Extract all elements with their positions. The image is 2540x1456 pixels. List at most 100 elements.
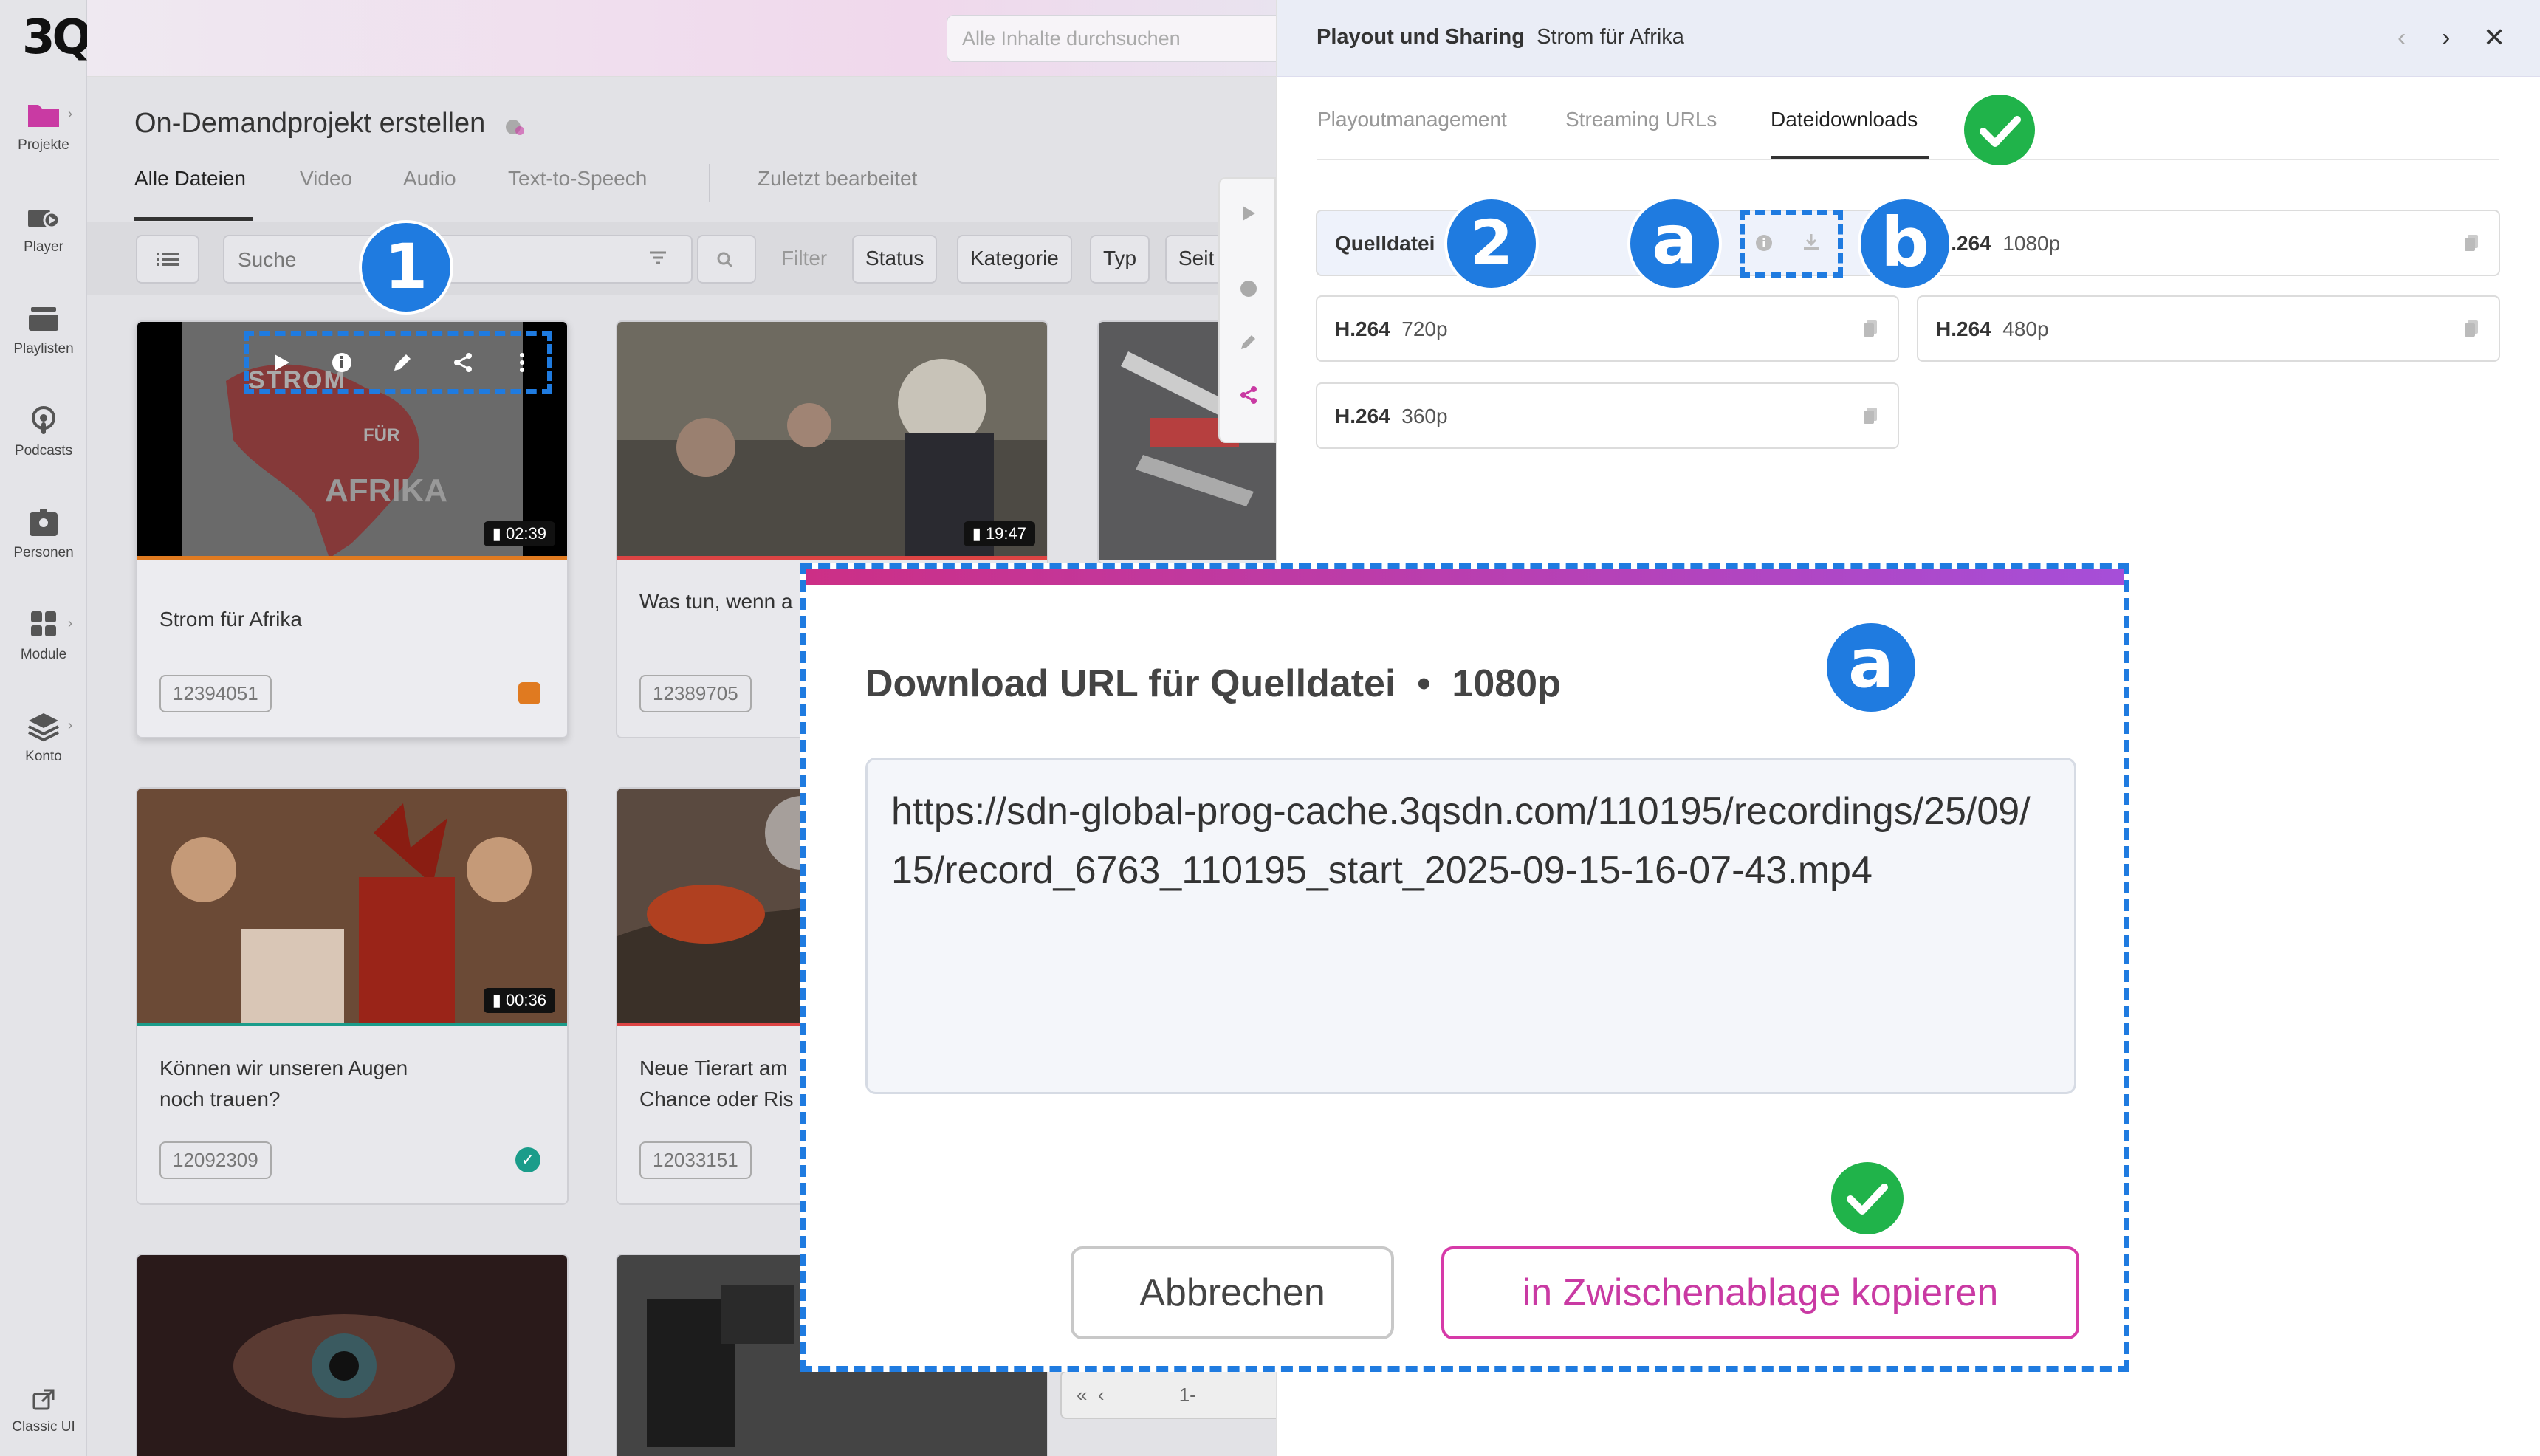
info-icon[interactable] — [331, 351, 353, 377]
tab-video[interactable]: Video — [300, 167, 352, 190]
progress-line — [137, 1023, 567, 1026]
rail-label: Projekte — [18, 137, 69, 153]
previous-chevron-icon[interactable]: ‹ — [2397, 24, 2406, 52]
rail-label: Classic UI — [12, 1419, 75, 1435]
list-view-button[interactable] — [136, 235, 199, 284]
share-icon[interactable] — [1239, 385, 1258, 408]
edit-pencil-icon[interactable] — [1239, 332, 1258, 355]
card-title[interactable]: Können wir unseren Augen — [137, 1053, 567, 1084]
thumbnail[interactable]: ▮ 19:47 — [617, 322, 1047, 560]
close-icon[interactable]: ✕ — [2483, 22, 2505, 53]
duration-badge: ▮ 02:39 — [483, 521, 555, 546]
card-title[interactable]: Strom für Afrika — [137, 604, 567, 635]
tab-dateidownloads[interactable]: Dateidownloads — [1771, 108, 1918, 131]
tab-alle-dateien[interactable]: Alle Dateien — [134, 167, 246, 190]
media-id-badge: 12033151 — [639, 1141, 752, 1179]
rail-item-module[interactable]: › Module — [0, 608, 87, 663]
download-h264-480p[interactable]: H.264 480p — [1917, 295, 2500, 362]
download-label: H.264 — [1936, 317, 1991, 340]
play-icon[interactable] — [270, 351, 292, 377]
progress-line — [137, 556, 567, 560]
tab-active-indicator — [134, 217, 253, 221]
card-title-line2: noch trauen? — [159, 1088, 281, 1110]
tab-playoutmanagement[interactable]: Playoutmanagement — [1317, 108, 1507, 131]
thumbnail[interactable] — [137, 1255, 567, 1456]
page-title: On-Demandprojekt erstellen — [134, 108, 526, 140]
rail-item-podcasts[interactable]: Podcasts — [0, 405, 87, 459]
rail-item-projekte[interactable]: › Projekte — [0, 99, 87, 154]
download-resolution: 480p — [2002, 317, 2049, 340]
filter-kategorie-button[interactable]: Kategorie — [957, 235, 1072, 284]
calendar-icon — [518, 682, 540, 704]
top-bar: Alle Inhalte durchsuchen — [87, 0, 1360, 77]
chevron-right-icon: › — [68, 718, 72, 732]
panel-title: Playout und Sharing Strom für Afrika — [1317, 25, 1684, 49]
play-icon[interactable] — [1239, 204, 1258, 227]
copy-icon[interactable] — [2463, 233, 2479, 253]
info-icon[interactable] — [1239, 279, 1258, 302]
side-mini-toolbar — [1218, 177, 1276, 443]
filter-icon[interactable] — [647, 247, 669, 272]
rail-item-player[interactable]: Player — [0, 201, 87, 255]
next-chevron-icon[interactable]: › — [2442, 24, 2450, 52]
chevron-right-icon: › — [68, 616, 72, 631]
chevron-right-icon: › — [68, 106, 72, 121]
more-vertical-icon[interactable] — [517, 351, 527, 377]
tab-streaming-urls[interactable]: Streaming URLs — [1565, 108, 1717, 131]
search-button[interactable] — [697, 235, 756, 284]
download-label: H.264 — [1335, 317, 1390, 340]
copy-icon[interactable] — [1862, 319, 1878, 338]
filter-status-button[interactable]: Status — [852, 235, 938, 284]
settings-icon[interactable] — [504, 114, 526, 136]
share-icon[interactable] — [452, 351, 474, 377]
project-title: On-Demandprojekt erstellen — [134, 108, 486, 139]
classic-ui-link[interactable]: Classic UI — [0, 1387, 87, 1435]
duration-text: 00:36 — [505, 991, 546, 1009]
download-h264-1080p[interactable]: H.264 1080p — [1917, 210, 2500, 276]
download-label: H.264 — [1335, 405, 1390, 427]
tab-audio[interactable]: Audio — [403, 167, 456, 190]
list-icon — [157, 253, 179, 266]
rail-item-personen[interactable]: Personen — [0, 506, 87, 561]
download-url-textarea[interactable]: https://sdn-global-prog-cache.3qsdn.com/… — [865, 758, 2076, 1094]
rail-label: Konto — [25, 749, 62, 764]
callout-1: 1 — [359, 220, 453, 315]
filter-typ-button[interactable]: Typ — [1090, 235, 1150, 284]
media-card[interactable]: ▮ 00:36 Können wir unseren Augen noch tr… — [136, 787, 569, 1205]
edit-pencil-icon[interactable] — [391, 351, 413, 377]
callout-a: a — [1824, 620, 1918, 715]
rail-item-konto[interactable]: › Konto — [0, 710, 87, 765]
panel-title-media: Strom für Afrika — [1537, 25, 1684, 49]
checkmark-success-icon — [1964, 95, 2035, 165]
download-resolution: 1080p — [2002, 232, 2061, 255]
copy-icon[interactable] — [1862, 406, 1878, 425]
rail-item-playlisten[interactable]: Playlisten — [0, 303, 87, 357]
left-rail: 3Q › Projekte Player Playlisten Podcasts… — [0, 0, 92, 1456]
tab-text-to-speech[interactable]: Text-to-Speech — [508, 167, 647, 190]
thumbnail[interactable]: ▮ 00:36 — [137, 789, 567, 1026]
checkmark-success-icon — [1831, 1162, 1904, 1234]
download-resolution: 720p — [1401, 317, 1448, 340]
media-card[interactable] — [136, 1254, 569, 1456]
download-label: Quelldatei — [1335, 232, 1435, 255]
file-search-input[interactable]: Suche — [223, 235, 693, 284]
filter-seit-button[interactable]: Seit — [1165, 235, 1226, 284]
cancel-button[interactable]: Abbrechen — [1071, 1246, 1394, 1339]
tab-zuletzt-bearbeitet[interactable]: Zuletzt bearbeitet — [758, 167, 917, 190]
brand-logo[interactable]: 3Q — [22, 10, 92, 65]
media-id-badge: 12092309 — [159, 1141, 272, 1179]
thumb-text: FÜR — [363, 425, 400, 445]
podcast-icon — [25, 405, 62, 437]
callout-a: a — [1627, 196, 1722, 291]
pagination[interactable]: « ‹ 1- — [1060, 1370, 1282, 1419]
download-h264-360p[interactable]: H.264 360p — [1316, 382, 1899, 449]
download-h264-720p[interactable]: H.264 720p — [1316, 295, 1899, 362]
pager-text: 1- — [1178, 1384, 1196, 1406]
media-id-badge: 12389705 — [639, 675, 752, 712]
copy-icon[interactable] — [2463, 319, 2479, 338]
media-id-badge: 12394051 — [159, 675, 272, 712]
copy-to-clipboard-button[interactable]: in Zwischenablage kopieren — [1441, 1246, 2079, 1339]
dialog-accent-bar — [806, 569, 2124, 585]
filter-label: Filter — [781, 247, 828, 269]
tab-active-indicator — [1771, 156, 1929, 159]
